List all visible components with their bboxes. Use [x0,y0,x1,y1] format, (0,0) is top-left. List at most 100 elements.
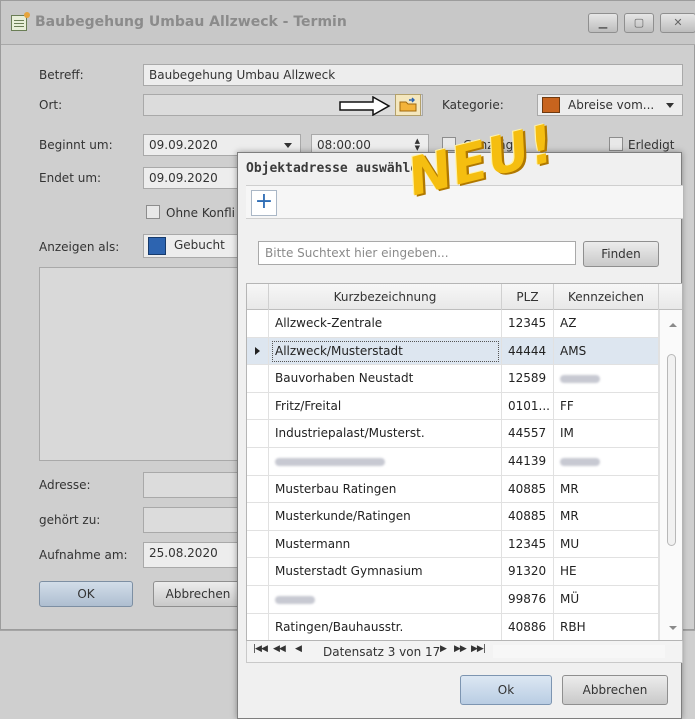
last-record-icon[interactable]: ▶▶| [471,644,486,654]
cell-kennzeichen: MU [554,530,659,558]
endet-date-value: 09.09.2020 [149,171,218,185]
erledigt-label: Erledigt [628,138,675,152]
dialog-ok-button[interactable]: Ok [460,675,552,705]
table-row[interactable]: Industriepalast/Musterst. 44557 IM [247,420,659,448]
horizontal-scrollbar[interactable] [493,645,665,658]
gehoert-label: gehört zu: [39,513,101,527]
scroll-thumb[interactable] [667,354,676,546]
ohne-konflikt-checkbox[interactable] [146,205,160,219]
first-record-icon[interactable]: |◀◀ [253,644,268,654]
hint-arrow-icon [339,96,391,116]
endet-date-picker[interactable]: 09.09.2020 [143,167,243,189]
cell-kurzbezeichnung: Allzweck/Musterstadt [269,337,502,365]
column-header-kennzeichen[interactable]: Kennzeichen [554,284,659,310]
row-indicator-cell [247,475,269,503]
dialog-cancel-button[interactable]: Abbrechen [562,675,668,705]
table-row[interactable]: Musterstadt Gymnasium 91320 HE [247,558,659,586]
cell-kurzbezeichnung: Ratingen/Bauhausstr. [269,613,502,640]
cell-plz: 40886 [502,613,554,640]
erledigt-checkbox[interactable] [609,137,623,151]
endet-label: Endet um: [39,171,102,185]
cell-plz: 44139 [502,448,554,475]
row-indicator-cell [247,365,269,393]
anzeigen-dropdown[interactable]: Gebucht [143,234,243,258]
cell-plz: 40885 [502,503,554,531]
search-input[interactable]: Bitte Suchtext hier eingeben... [258,241,576,265]
notes-textarea[interactable] [39,267,249,461]
table-row[interactable]: Ratingen/Bauhausstr. 40886 RBH [247,613,659,640]
add-icon[interactable]: + [251,190,277,216]
table-row[interactable]: Musterbau Ratingen 40885 MR [247,475,659,504]
vertical-scrollbar[interactable] [659,310,682,640]
kategorie-label: Kategorie: [442,98,504,112]
cell-kurzbezeichnung: Fritz/Freital [269,392,502,420]
current-row-icon [255,346,260,355]
column-header-plz[interactable]: PLZ [502,284,554,310]
cell-kurzbezeichnung: Musterbau Ratingen [269,475,502,503]
table-row[interactable]: 44139 [247,448,659,476]
folder-open-button[interactable] [395,94,421,116]
adresse-field[interactable] [143,472,243,498]
cell-plz: 40885 [502,475,554,503]
redacted-text [275,457,385,466]
cell-kennzeichen: MÜ [554,586,659,613]
cell-kurzbezeichnung: Musterstadt Gymnasium [269,558,502,586]
column-header-kurzbezeichnung[interactable]: Kurzbezeichnung [269,284,502,310]
minimize-button[interactable]: ▁ [588,13,618,33]
table-header: Kurzbezeichnung PLZ Kennzeichen [247,284,682,310]
cell-plz: 12589 [502,365,554,393]
cell-kurzbezeichnung: Mustermann [269,530,502,558]
betreff-field[interactable]: Baubegehung Umbau Allzweck [143,64,683,86]
title-bar: Baubegehung Umbau Allzweck - Termin ▁ ▢ … [1,1,695,45]
cell-kennzeichen: MR [554,503,659,531]
record-count: Datensatz 3 von 17 [323,645,441,659]
cell-kennzeichen: HE [554,558,659,586]
cell-plz: 91320 [502,558,554,586]
scroll-up-icon[interactable] [669,323,677,327]
next-page-icon[interactable]: ▶▶ [454,644,467,654]
find-button[interactable]: Finden [583,241,659,267]
gehoert-field[interactable] [143,507,243,533]
window-title: Baubegehung Umbau Allzweck - Termin [35,14,347,30]
cell-kurzbezeichnung [269,448,502,475]
next-record-icon[interactable]: ▶ [440,644,447,654]
chevron-down-icon [284,143,292,148]
table-row[interactable]: Musterkunde/Ratingen 40885 MR [247,503,659,531]
cell-plz: 12345 [502,310,554,337]
cell-plz: 0101... [502,392,554,420]
cell-kennzeichen: RBH [554,613,659,640]
row-indicator-cell [247,503,269,531]
table-body: Allzweck-Zentrale 12345 AZ Allzweck/Musters… [247,310,682,640]
cell-plz: 44444 [502,337,554,365]
aufnahme-field[interactable]: 25.08.2020 [143,542,243,568]
table-row[interactable]: 99876 MÜ [247,586,659,614]
table-row[interactable]: Mustermann 12345 MU [247,530,659,559]
cell-kurzbezeichnung [269,586,502,613]
close-button[interactable]: ✕ [660,13,695,33]
dialog-title: Objektadresse auswählen [246,161,427,176]
prev-page-icon[interactable]: ◀◀ [273,644,286,654]
kategorie-dropdown[interactable]: Abreise vom... [537,94,683,116]
cancel-button[interactable]: Abbrechen [153,581,243,607]
chevron-down-icon [666,103,674,108]
table-row[interactable]: Fritz/Freital 0101... FF [247,392,659,421]
cell-kennzeichen: AZ [554,310,659,337]
cell-kennzeichen: MR [554,475,659,503]
beginnt-time-value: 08:00:00 [317,138,371,152]
aufnahme-label: Aufnahme am: [39,548,128,562]
prev-record-icon[interactable]: ◀ [295,644,302,654]
maximize-button[interactable]: ▢ [624,13,654,33]
row-indicator-cell [247,613,269,640]
cell-kennzeichen [554,448,659,475]
table-row[interactable]: Bauvorhaben Neustadt 12589 [247,365,659,393]
ok-button[interactable]: OK [39,581,133,607]
scroll-down-icon[interactable] [669,626,677,630]
adresse-label: Adresse: [39,478,91,492]
address-table: Kurzbezeichnung PLZ Kennzeichen Allzweck… [246,283,683,641]
row-indicator-cell [247,337,269,365]
calendar-icon [11,12,30,31]
kategorie-color-swatch [542,97,560,113]
row-indicator-cell [247,392,269,420]
table-row[interactable]: Allzweck/Musterstadt 44444 AMS [247,337,659,366]
table-row[interactable]: Allzweck-Zentrale 12345 AZ [247,310,659,338]
